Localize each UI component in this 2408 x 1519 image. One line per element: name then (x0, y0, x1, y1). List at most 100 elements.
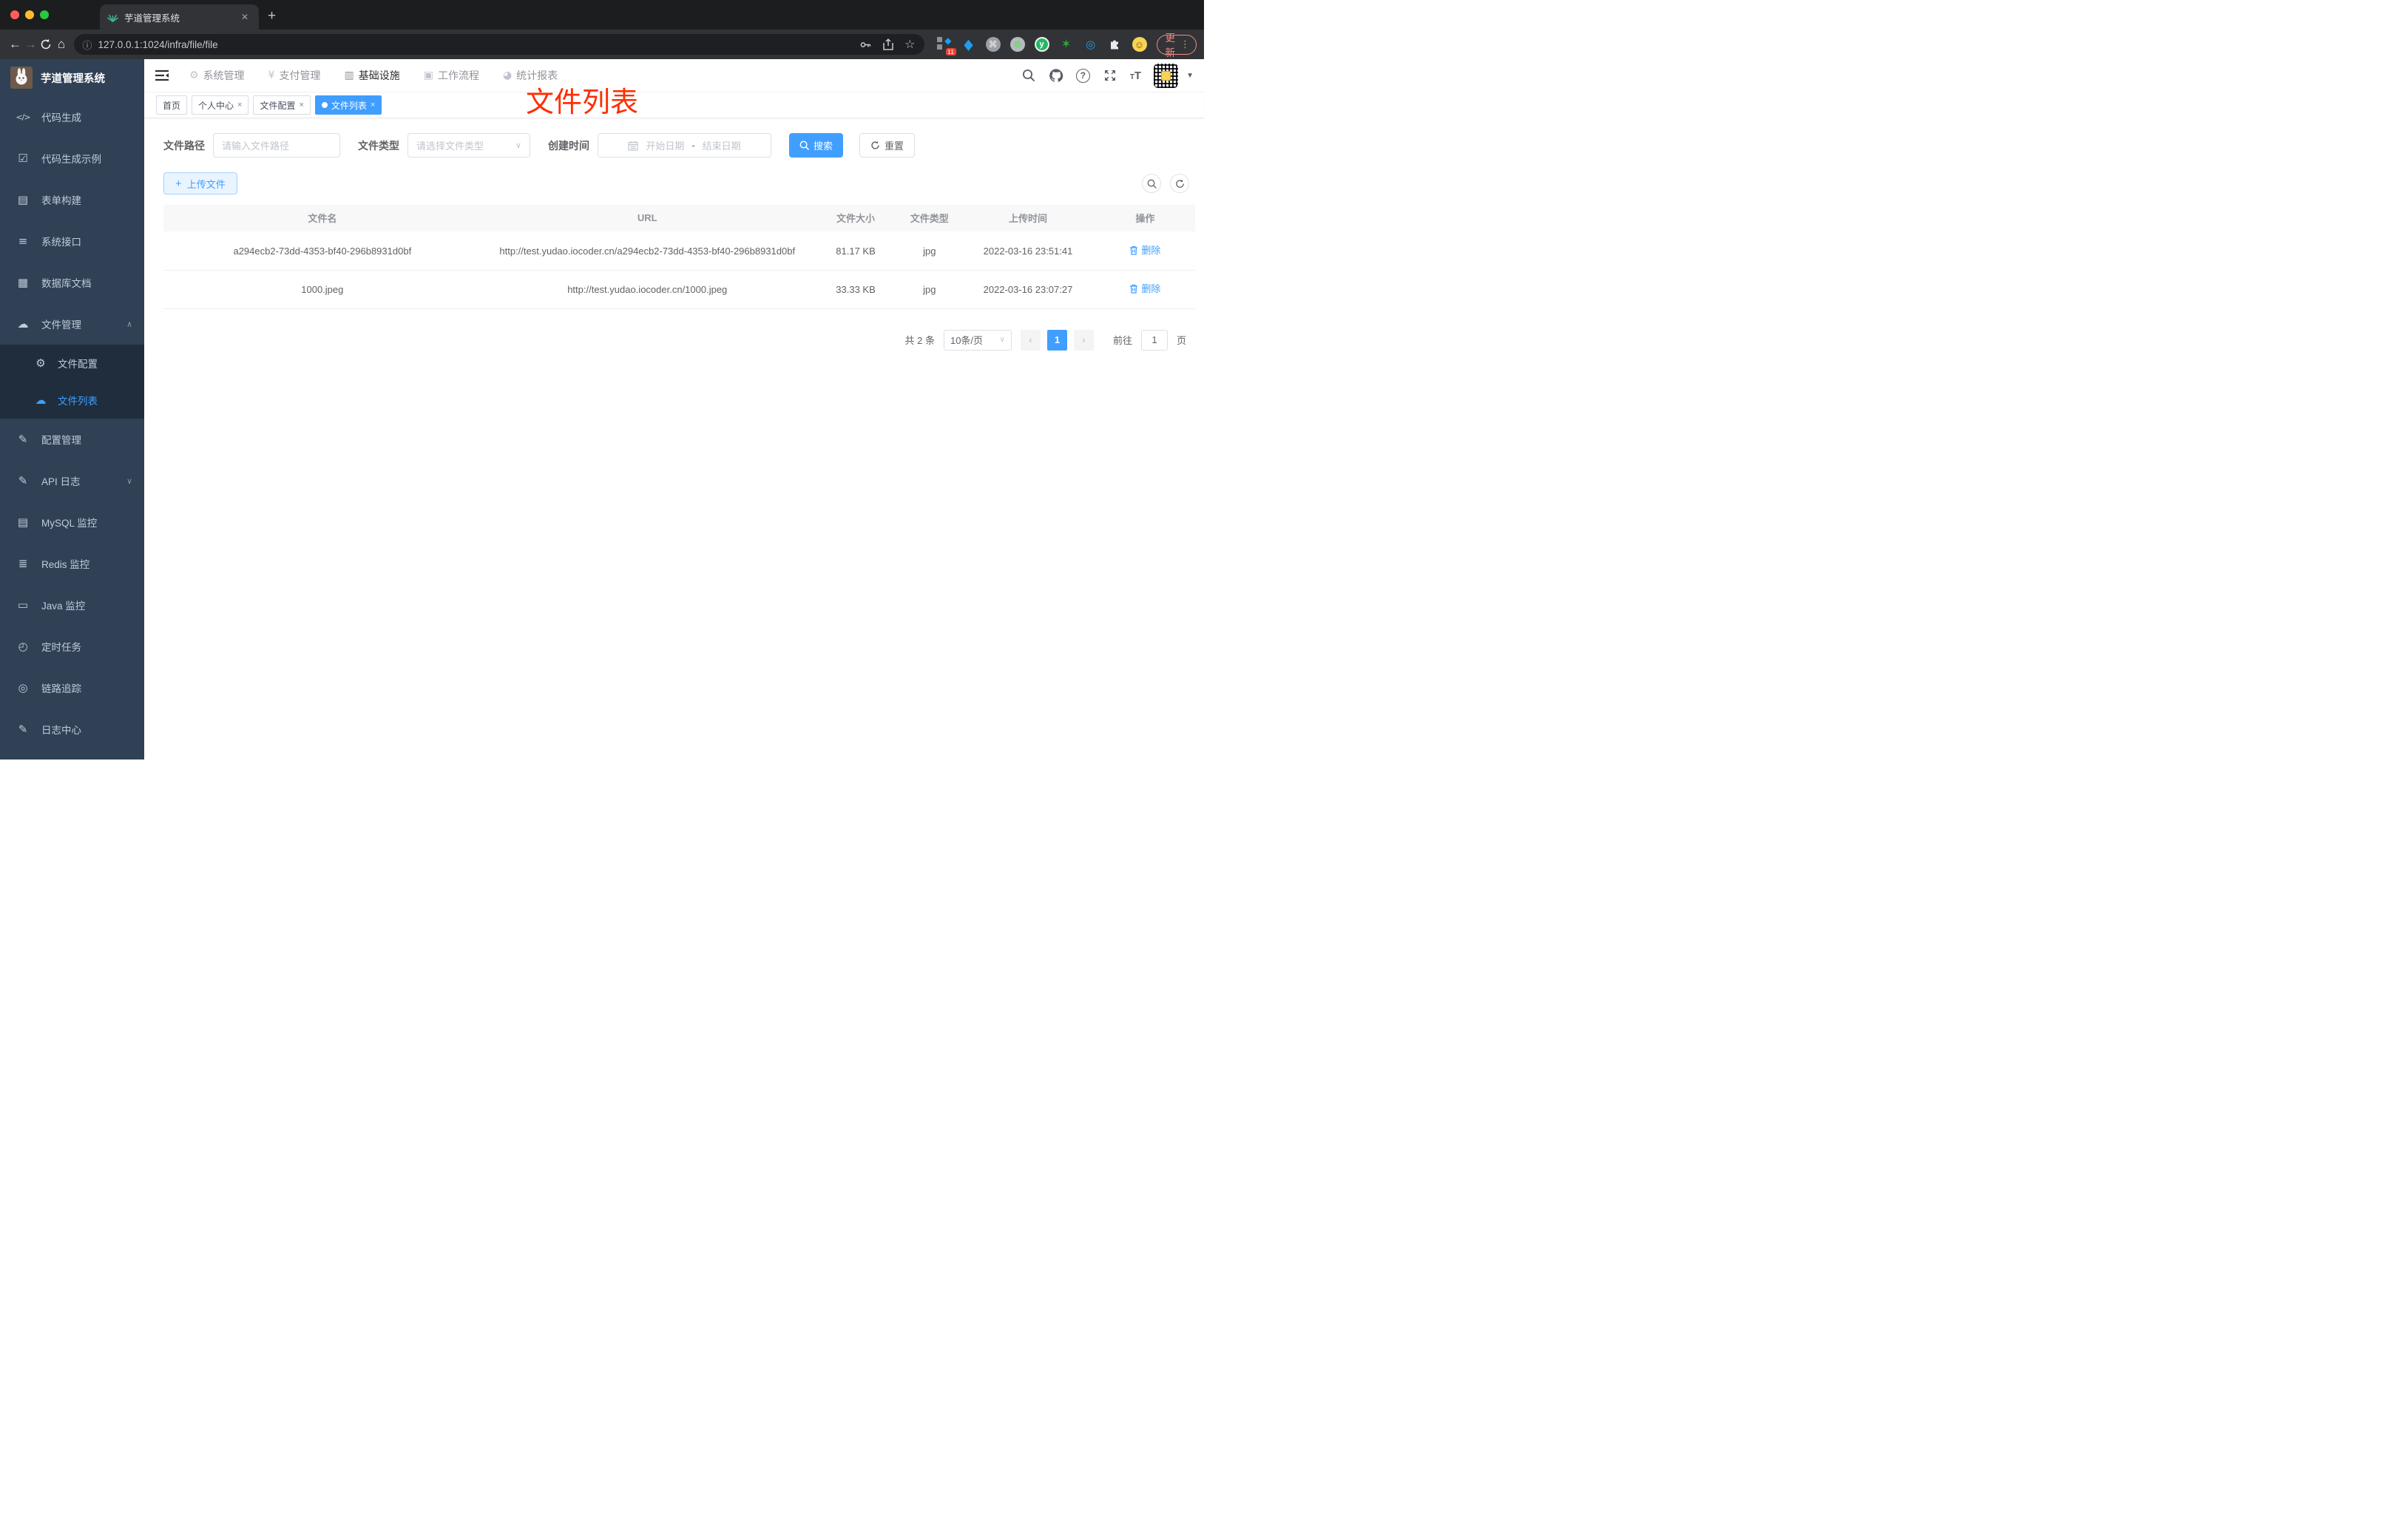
sidebar-item-code-generation[interactable]: </> 代码生成 (0, 96, 144, 138)
header-menu-system-management[interactable]: ⚙ 系统管理 (180, 59, 254, 92)
active-dot (321, 102, 328, 108)
filter-form: 文件路径 请输入文件路径 文件类型 请选择文件类型 ∨ 创建时间 开始日期 - … (163, 133, 1195, 158)
file-path-input[interactable]: 请输入文件路径 (213, 133, 340, 158)
date-end-placeholder[interactable]: 结束日期 (703, 138, 741, 152)
column-header: 文件大小 (813, 205, 899, 231)
tampermonkey-icon[interactable]: ◆ 11 (936, 35, 956, 55)
zoom-window-button[interactable] (40, 10, 49, 19)
sidebar-subitem-file-config[interactable]: ⚙ 文件配置 (0, 345, 144, 382)
code-icon: </> (16, 112, 30, 122)
goto-page-input[interactable]: 1 (1140, 329, 1168, 351)
sidebar-item-form-builder[interactable]: ▤ 表单构建 (0, 179, 144, 220)
avatar[interactable] (1154, 63, 1179, 88)
app-title: 芋道管理系统 (41, 72, 105, 85)
edit-icon: ✎ (18, 433, 28, 446)
back-icon[interactable]: ← (7, 33, 23, 55)
close-tag-icon[interactable]: × (371, 101, 375, 109)
delete-link[interactable]: 删除 (1129, 243, 1160, 258)
date-start-placeholder[interactable]: 开始日期 (646, 138, 684, 152)
new-tab-button[interactable]: + (268, 6, 276, 27)
site-info-icon[interactable]: ⓘ (83, 38, 92, 52)
prev-page-button[interactable]: ‹ (1020, 329, 1041, 351)
sidebar-item-log-center[interactable]: ✎ 日志中心 (0, 708, 144, 750)
refresh-table-icon[interactable] (1170, 174, 1189, 193)
delete-link[interactable]: 删除 (1129, 281, 1160, 297)
yen-icon: ¥ (268, 70, 275, 81)
chevron-down-icon: ∨ (515, 141, 521, 150)
calendar-icon (628, 141, 638, 151)
search-button[interactable]: 搜索 (789, 133, 844, 158)
upload-file-button[interactable]: + 上传文件 (163, 172, 237, 194)
fullscreen-icon[interactable] (1103, 68, 1117, 83)
page-size-select[interactable]: 10条/页 ∨ (943, 329, 1012, 351)
close-tag-icon[interactable]: × (237, 101, 242, 109)
close-window-button[interactable] (10, 10, 19, 19)
header-menu-statistics-report[interactable]: ◕ 统计报表 (494, 59, 567, 92)
share-icon[interactable] (882, 38, 894, 51)
green-star-extension-icon[interactable]: ✶ (1058, 36, 1075, 53)
file-size-cell: 33.33 KB (813, 270, 899, 309)
dot-extension-icon[interactable] (1009, 36, 1026, 53)
sidebar-item-database-doc[interactable]: ▦ 数据库文档 (0, 262, 144, 303)
tag-file-config[interactable]: 文件配置 × (253, 95, 311, 115)
yuque-extension-icon[interactable]: y (1034, 36, 1050, 53)
kite-extension-icon[interactable]: ◆ (961, 34, 977, 55)
sidebar-item-java-monitor[interactable]: ▭ Java 监控 (0, 584, 144, 626)
password-key-icon[interactable] (859, 38, 872, 51)
bookmark-star-icon[interactable]: ☆ (904, 37, 915, 52)
goto-label: 前往 (1112, 335, 1132, 346)
sliders-icon: ≡ (18, 234, 28, 248)
sidebar-item-mysql-monitor[interactable]: ▤ MySQL 监控 (0, 501, 144, 543)
header-menu-payment-management[interactable]: ¥ 支付管理 (260, 59, 330, 92)
file-type-select[interactable]: 请选择文件类型 ∨ (407, 133, 530, 158)
sidebar-subitem-file-list[interactable]: ☁ 文件列表 (0, 382, 144, 419)
file-size-cell: 81.17 KB (813, 231, 899, 271)
eye-extension-icon[interactable]: ◎ (1083, 36, 1099, 53)
table-toolbar: + 上传文件 (163, 172, 1195, 194)
table-row: 1000.jpeg http://test.yudao.iocoder.cn/1… (163, 270, 1195, 309)
font-size-icon[interactable]: TT (1130, 70, 1141, 82)
tab-close-icon[interactable]: ✕ (238, 12, 251, 22)
pagination: 共 2 条 10条/页 ∨ ‹ 1 › 前往 1 页 (163, 329, 1195, 351)
close-tag-icon[interactable]: × (299, 101, 303, 109)
sidebar-submenu: ⚙ 文件配置 ☁ 文件列表 (0, 345, 144, 419)
next-page-button[interactable]: › (1073, 329, 1094, 351)
search-icon[interactable] (1021, 68, 1036, 83)
reload-icon[interactable] (38, 33, 54, 55)
sidebar-item-scheduled-tasks[interactable]: ◴ 定时任务 (0, 626, 144, 667)
tag-home[interactable]: 首页 × (156, 95, 188, 115)
browser-tab[interactable]: 芋道管理系统 ✕ (100, 4, 259, 30)
tag-profile[interactable]: 个人中心 × (192, 95, 249, 115)
show-search-toggle-icon[interactable] (1142, 174, 1161, 193)
avatar-caret-down-icon[interactable]: ▼ (1186, 72, 1194, 80)
sidebar-item-trace-tracking[interactable]: ◎ 链路追踪 (0, 667, 144, 708)
sidebar-item-file-management[interactable]: ☁ 文件管理 ∧ (0, 303, 144, 345)
profile-avatar-icon[interactable]: ☺ (1132, 36, 1148, 53)
tab-favicon-icon (107, 14, 118, 22)
github-icon[interactable] (1049, 68, 1063, 83)
home-icon[interactable]: ⌂ (54, 33, 70, 55)
reset-button[interactable]: 重置 (859, 133, 916, 158)
sidebar-item-api-log[interactable]: ✎ API 日志 ∨ (0, 460, 144, 501)
sidebar-item-code-gen-example[interactable]: ☑ 代码生成示例 (0, 138, 144, 179)
sidebar-item-redis-monitor[interactable]: ≣ Redis 监控 (0, 543, 144, 584)
tags-bar: 首页 × 个人中心 × 文件配置 × 文件列表 × (144, 92, 1204, 118)
collapse-sidebar-icon[interactable] (155, 70, 169, 81)
puzzle-extensions-icon[interactable] (1107, 36, 1123, 53)
command-extension-icon[interactable]: ⌘ (985, 36, 1001, 53)
minimize-window-button[interactable] (25, 10, 34, 19)
update-browser-button[interactable]: 更新 ⋮ (1156, 33, 1197, 58)
url-bar[interactable]: ⓘ 127.0.0.1:1024/infra/file/file ☆ (73, 34, 924, 55)
header-menu-infrastructure[interactable]: ▥ 基础设施 (335, 59, 408, 92)
monitor-check-icon: ▥ (344, 70, 354, 81)
browser-menu-icon[interactable]: ⋮ (1180, 38, 1190, 50)
page-number-button[interactable]: 1 (1046, 329, 1067, 351)
date-range-picker[interactable]: 开始日期 - 结束日期 (598, 133, 771, 158)
sidebar-item-config-management[interactable]: ✎ 配置管理 (0, 419, 144, 460)
url-text[interactable]: 127.0.0.1:1024/infra/file/file (98, 39, 860, 50)
tag-file-list[interactable]: 文件列表 × (314, 95, 382, 115)
forward-icon[interactable]: → (23, 33, 38, 55)
sidebar-item-system-api[interactable]: ≡ 系统接口 (0, 220, 144, 262)
header-menu-workflow[interactable]: ▣ 工作流程 (415, 59, 488, 92)
help-icon[interactable]: ? (1075, 68, 1090, 83)
